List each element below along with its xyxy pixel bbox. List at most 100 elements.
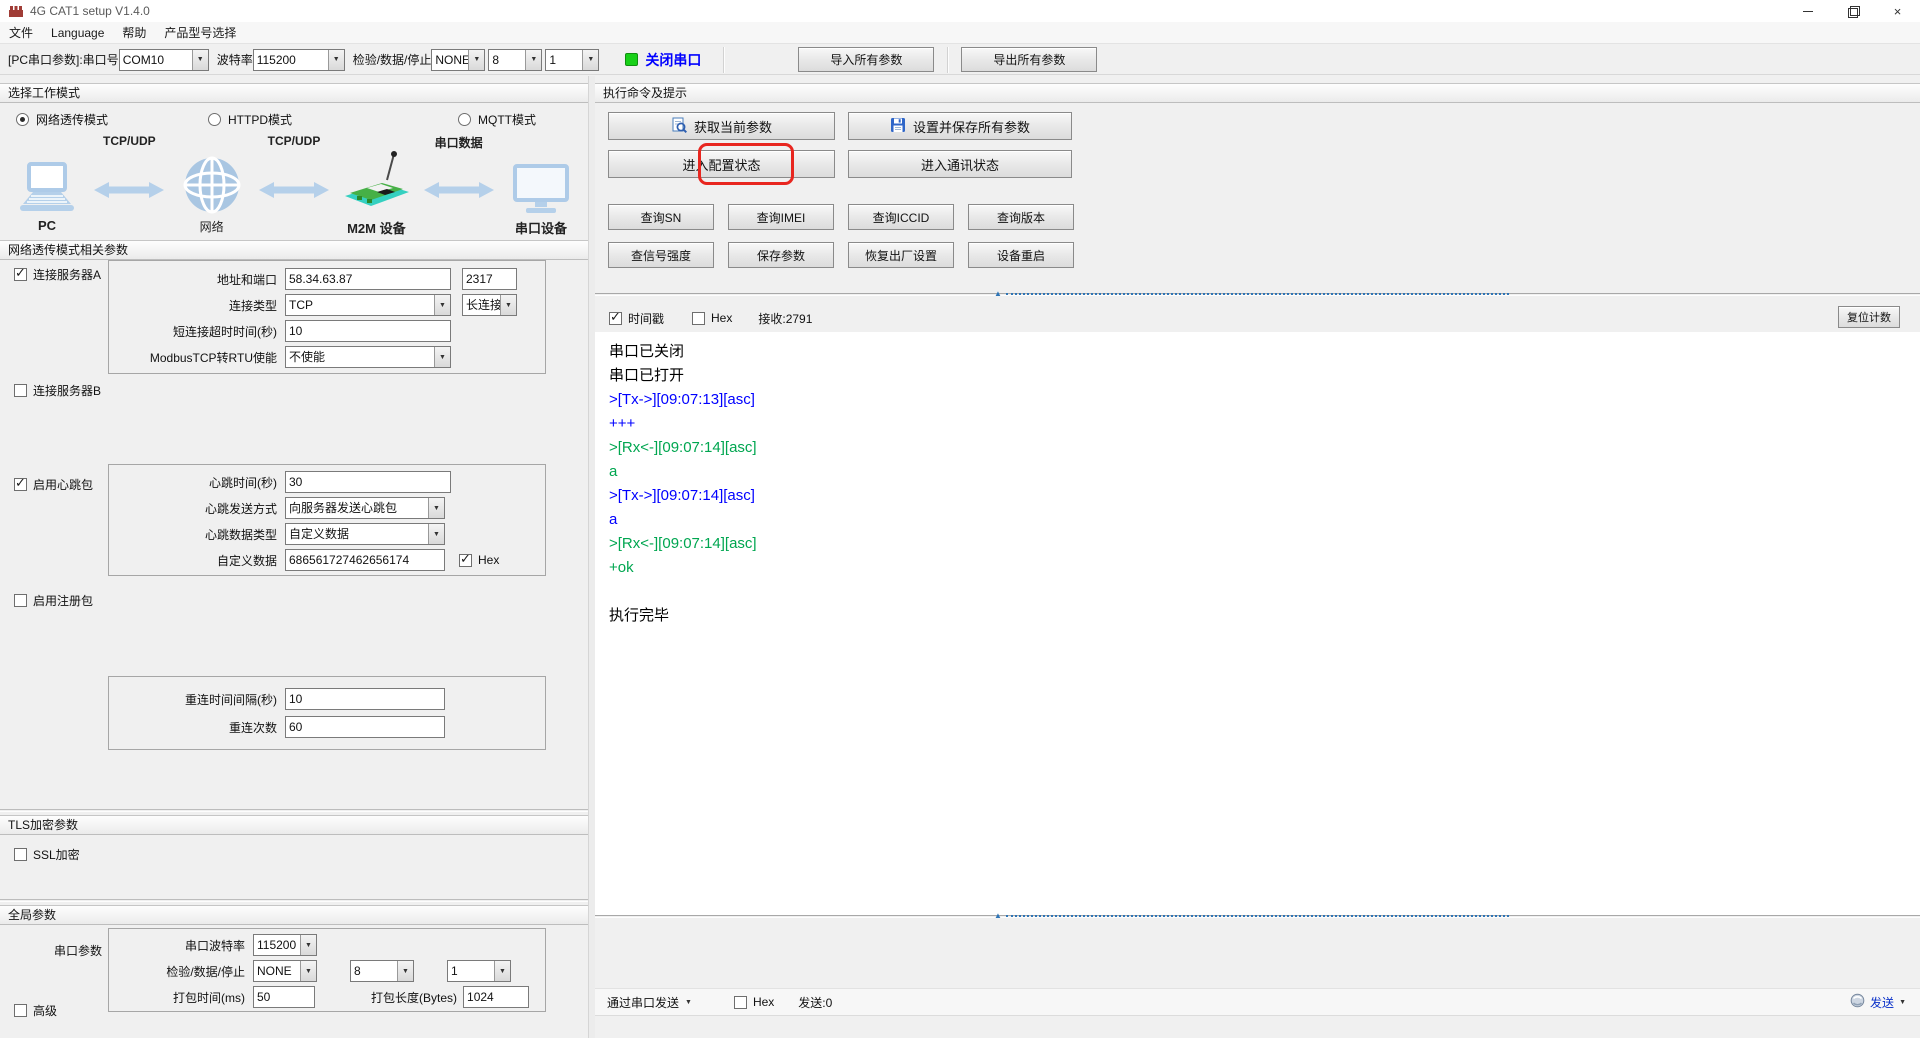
modbus-select[interactable]: 不使能 ▼ xyxy=(285,346,451,368)
conn-mode-select[interactable]: 长连接 ▼ xyxy=(462,294,517,316)
chevron-down-icon: ▼ xyxy=(397,961,413,981)
heartbeat-mode-select[interactable]: 向服务器发送心跳包 ▼ xyxy=(285,497,445,519)
collapse-handle[interactable]: ▲ xyxy=(994,289,1509,299)
pack-len-input[interactable] xyxy=(463,986,529,1008)
chevron-down-icon: ▼ xyxy=(582,50,598,70)
query-button[interactable]: 查询IMEI xyxy=(728,204,834,230)
menu-item[interactable]: Language xyxy=(42,22,113,44)
chevron-down-icon: ▼ xyxy=(300,935,316,955)
checkbox-icon xyxy=(459,554,472,567)
menu-item[interactable]: 帮助 xyxy=(113,22,155,44)
export-params-button[interactable]: 导出所有参数 xyxy=(961,47,1097,72)
query-button[interactable]: 查询SN xyxy=(608,204,714,230)
window-title: 4G CAT1 setup V1.4.0 xyxy=(30,4,150,18)
baud-select[interactable]: 115200 ▼ xyxy=(253,49,345,71)
action-button[interactable]: 设备重启 xyxy=(968,242,1074,268)
register-checkbox[interactable]: 启用注册包 xyxy=(14,592,93,609)
chevron-down-icon: ▼ xyxy=(434,295,450,315)
server-port-input[interactable] xyxy=(462,268,517,290)
parity-select[interactable]: NONE ▼ xyxy=(431,49,485,71)
query-button[interactable]: 查询ICCID xyxy=(848,204,954,230)
collapse-arrow-icon: ▲ xyxy=(994,911,1002,921)
set-save-params-button[interactable]: 设置并保存所有参数 xyxy=(848,112,1072,140)
action-button[interactable]: 保存参数 xyxy=(728,242,834,268)
import-params-button[interactable]: 导入所有参数 xyxy=(798,47,934,72)
send-method-dropdown[interactable]: 通过串口发送 ▼ xyxy=(607,994,692,1011)
work-mode-header: 选择工作模式 xyxy=(0,83,588,103)
menu-item[interactable]: 文件 xyxy=(0,22,42,44)
server-a-checkbox[interactable]: 连接服务器A xyxy=(14,266,101,283)
log-line: +++ xyxy=(609,412,1920,436)
action-button[interactable]: 查信号强度 xyxy=(608,242,714,268)
send-button[interactable]: 发送 ▼ xyxy=(1850,993,1906,1011)
close-port-button[interactable]: 关闭串口 xyxy=(625,50,701,70)
toolbar-separator xyxy=(723,47,724,73)
reconnect-interval-input[interactable] xyxy=(285,688,445,710)
com-port-select[interactable]: COM10 ▼ xyxy=(119,49,209,71)
advanced-checkbox[interactable]: 高级 xyxy=(14,1002,57,1019)
reconnect-count-input[interactable] xyxy=(285,716,445,738)
work-mode-radio[interactable]: HTTPD模式 xyxy=(208,111,292,128)
ssl-checkbox[interactable]: SSL加密 xyxy=(14,846,80,863)
global-stopbits-select[interactable]: 1 ▼ xyxy=(447,960,511,982)
checkbox-icon xyxy=(734,996,747,1009)
log-line: >[Tx->][09:07:13][asc] xyxy=(609,388,1920,412)
reconnect-fieldbox: 重连时间间隔(秒) 重连次数 xyxy=(108,676,546,750)
save-icon xyxy=(890,117,906,136)
stopbits-select[interactable]: 1 ▼ xyxy=(545,49,599,71)
short-timeout-input[interactable] xyxy=(285,320,451,342)
heartbeat-data-input[interactable] xyxy=(285,549,445,571)
heartbeat-mode-label: 心跳发送方式 xyxy=(109,500,285,517)
chevron-down-icon: ▼ xyxy=(192,50,208,70)
minimize-button[interactable] xyxy=(1785,0,1830,22)
close-button[interactable]: × xyxy=(1875,0,1920,22)
work-mode-radio[interactable]: MQTT模式 xyxy=(458,111,536,128)
log-line: 执行完毕 xyxy=(609,604,1920,628)
log-hex-checkbox[interactable]: Hex xyxy=(692,311,732,325)
enter-config-button[interactable]: 进入配置状态 xyxy=(608,150,835,178)
title-bar: 4G CAT1 setup V1.4.0 × xyxy=(0,0,1920,22)
work-mode-radio[interactable]: 网络透传模式 xyxy=(16,111,108,128)
collapse-handle[interactable]: ▲ xyxy=(994,911,1509,921)
topology-diagram: PC TCP/UDP 网络 TCP/UD xyxy=(6,132,582,238)
chevron-down-icon: ▼ xyxy=(300,961,316,981)
heartbeat-type-select[interactable]: 自定义数据 ▼ xyxy=(285,523,445,545)
timestamp-checkbox[interactable]: 时间戳 xyxy=(609,310,664,327)
get-params-button[interactable]: 获取当前参数 xyxy=(608,112,835,140)
enter-comm-button[interactable]: 进入通讯状态 xyxy=(848,150,1072,178)
heartbeat-time-input[interactable] xyxy=(285,471,451,493)
work-mode-options: 网络透传模式 HTTPD模式 MQTT模式 xyxy=(0,108,588,130)
global-databits-select[interactable]: 8 ▼ xyxy=(350,960,414,982)
send-hex-checkbox[interactable]: Hex xyxy=(734,995,774,1009)
heartbeat-data-label: 自定义数据 xyxy=(109,552,285,569)
global-parity-select[interactable]: NONE ▼ xyxy=(253,960,317,982)
close-icon: × xyxy=(1894,4,1902,19)
serial-params-label: 串口参数 xyxy=(44,942,102,959)
query-button[interactable]: 查询版本 xyxy=(968,204,1074,230)
maximize-button[interactable] xyxy=(1830,0,1875,22)
double-arrow-icon xyxy=(259,180,329,200)
log-output[interactable]: 串口已关闭串口已打开>[Tx->][09:07:13][asc]+++>[Rx<… xyxy=(595,332,1920,915)
reconnect-interval-label: 重连时间间隔(秒) xyxy=(109,691,285,708)
pack-time-input[interactable] xyxy=(253,986,315,1008)
action-button-row: 查信号强度保存参数恢复出厂设置设备重启 xyxy=(608,242,1074,268)
server-b-checkbox[interactable]: 连接服务器B xyxy=(14,382,101,399)
sent-counter: 发送:0 xyxy=(798,994,832,1011)
port-open-led-icon xyxy=(625,53,638,66)
diagram-node-serial-device: 串口设备 xyxy=(500,132,582,236)
heartbeat-checkbox[interactable]: 启用心跳包 xyxy=(14,476,93,493)
heartbeat-hex-checkbox[interactable]: Hex xyxy=(459,553,499,567)
diagram-link: TCP/UDP xyxy=(88,132,171,238)
reset-counter-button[interactable]: 复位计数 xyxy=(1838,306,1900,328)
action-button[interactable]: 恢复出厂设置 xyxy=(848,242,954,268)
log-line: >[Tx->][09:07:14][asc] xyxy=(609,484,1920,508)
databits-select[interactable]: 8 ▼ xyxy=(488,49,542,71)
global-baud-select[interactable]: 115200 ▼ xyxy=(253,934,317,956)
global-parity-label: 检验/数据/停止 xyxy=(109,963,253,980)
server-address-input[interactable] xyxy=(285,268,451,290)
conn-type-select[interactable]: TCP ▼ xyxy=(285,294,451,316)
modbus-label: ModbusTCP转RTU使能 xyxy=(109,349,285,366)
send-bar: 通过串口发送 ▼ Hex 发送:0 发送 ▼ xyxy=(595,988,1920,1016)
menu-item[interactable]: 产品型号选择 xyxy=(155,22,245,44)
monitor-icon xyxy=(513,132,569,218)
